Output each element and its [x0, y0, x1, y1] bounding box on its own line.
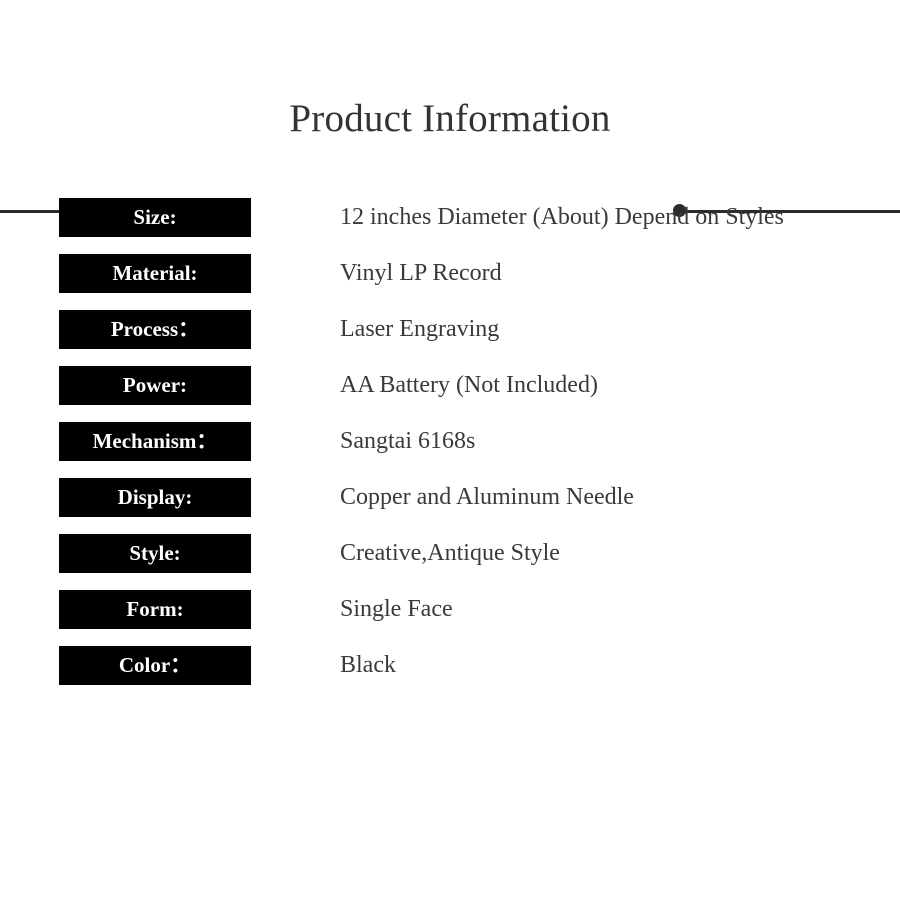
product-specification-table: Size: 12 inches Diameter (About) Depend … — [59, 198, 891, 685]
spec-value-mechanism: Sangtai 6168s — [340, 428, 476, 454]
spec-label-style: Style: — [59, 534, 251, 573]
spec-label-power: Power: — [59, 366, 251, 405]
spec-value-display: Copper and Aluminum Needle — [340, 484, 634, 510]
table-row: Power: AA Battery (Not Included) — [59, 366, 891, 405]
spec-label-color: Color： — [59, 646, 251, 685]
table-row: Display: Copper and Aluminum Needle — [59, 478, 891, 517]
spec-value-size: 12 inches Diameter (About) Depend on Sty… — [340, 204, 784, 230]
spec-value-material: Vinyl LP Record — [340, 260, 502, 286]
spec-label-process: Process： — [59, 310, 251, 349]
table-row: Process： Laser Engraving — [59, 310, 891, 349]
spec-label-size: Size: — [59, 198, 251, 237]
table-row: Material: Vinyl LP Record — [59, 254, 891, 293]
table-row: Size: 12 inches Diameter (About) Depend … — [59, 198, 891, 237]
spec-value-power: AA Battery (Not Included) — [340, 372, 598, 398]
spec-label-display: Display: — [59, 478, 251, 517]
spec-value-process: Laser Engraving — [340, 316, 500, 342]
spec-label-mechanism: Mechanism： — [59, 422, 251, 461]
table-row: Mechanism： Sangtai 6168s — [59, 422, 891, 461]
spec-label-material: Material: — [59, 254, 251, 293]
spec-value-color: Black — [340, 652, 396, 678]
table-row: Style: Creative,Antique Style — [59, 534, 891, 573]
spec-label-form: Form: — [59, 590, 251, 629]
table-row: Color： Black — [59, 646, 891, 685]
page-title: Product Information — [289, 97, 611, 140]
spec-value-style: Creative,Antique Style — [340, 540, 560, 566]
spec-value-form: Single Face — [340, 596, 453, 622]
table-row: Form: Single Face — [59, 590, 891, 629]
